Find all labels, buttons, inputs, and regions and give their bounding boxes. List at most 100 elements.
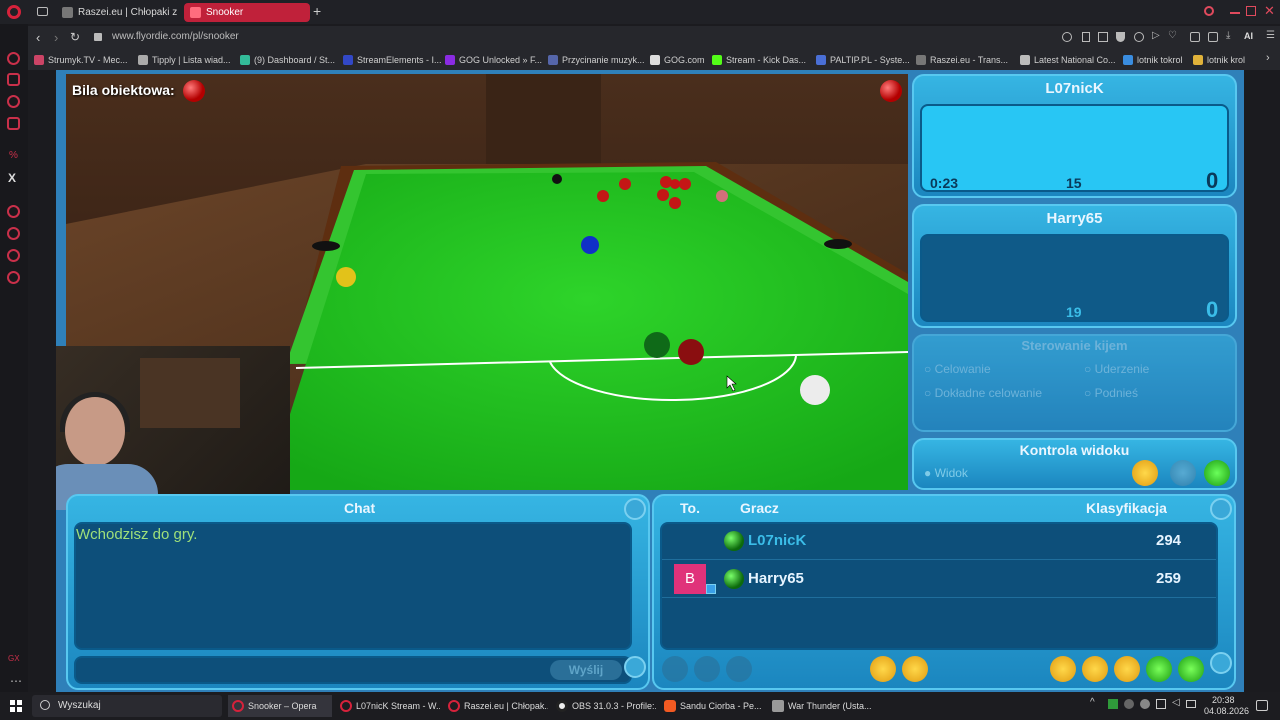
settings-icon[interactable] — [870, 656, 896, 682]
new-game-icon[interactable] — [1050, 656, 1076, 682]
bookmark-streamelements[interactable]: StreamElements - I... — [343, 53, 442, 67]
table-row[interactable]: B Harry65 259 — [662, 560, 1216, 598]
taskbar-item-opera[interactable]: Snooker – Opera — [228, 695, 332, 717]
taskbar-item-stream[interactable]: L07nicK Stream - W... — [336, 695, 440, 717]
download-icon[interactable]: ⤓ — [1226, 30, 1230, 41]
taskbar-item-obs[interactable]: OBS 31.0.3 - Profile:... — [552, 695, 656, 717]
extensions-icon[interactable] — [1190, 32, 1200, 42]
start-icon[interactable] — [10, 700, 22, 712]
players-expand-icon[interactable] — [1210, 652, 1232, 674]
dice-icon — [706, 584, 716, 594]
chat-expand-icon[interactable] — [624, 656, 646, 678]
tray-app-icon[interactable] — [1140, 699, 1150, 709]
ai-icon[interactable]: AI — [1244, 31, 1253, 41]
bookmark-lotnik-tokrol[interactable]: lotnik tokrol — [1123, 53, 1183, 67]
zoom-icon[interactable] — [1062, 32, 1072, 42]
tray-chevron-icon[interactable]: ^ — [1090, 697, 1095, 708]
shield-icon[interactable] — [1116, 32, 1125, 42]
taskbar-item-raszei[interactable]: Raszei.eu | Chłopak... — [444, 695, 548, 717]
network-icon[interactable] — [1156, 699, 1166, 709]
bookmark-paltip[interactable]: PALTIP.PL - Syste... — [816, 53, 910, 67]
sidebar-player-icon[interactable] — [7, 205, 20, 218]
clock-date[interactable]: 04.08.2026 — [1204, 706, 1249, 716]
opera-logo-icon[interactable] — [7, 5, 21, 19]
snapshot-icon[interactable] — [1098, 32, 1108, 42]
taskbar-search[interactable]: Wyszukaj — [32, 695, 222, 717]
vpn-icon[interactable] — [1134, 32, 1144, 42]
sidebar-x-icon[interactable]: X — [8, 171, 16, 185]
players-collapse-icon[interactable] — [1210, 498, 1232, 520]
play-icon[interactable]: ▷ — [1152, 30, 1160, 41]
tray-app-icon[interactable] — [1108, 699, 1118, 709]
sidebar-more-icon[interactable]: ⋯ — [10, 674, 22, 688]
chat-send-button[interactable]: Wyślij — [550, 660, 622, 680]
minimize-icon[interactable] — [1230, 12, 1240, 14]
target-icon[interactable] — [662, 656, 688, 682]
tab-overview-icon[interactable] — [37, 7, 48, 16]
bookmark-label: Raszei.eu - Trans... — [930, 55, 1009, 65]
sound-icon[interactable] — [902, 656, 928, 682]
taskbar-item-label: War Thunder (Usta... — [788, 701, 872, 711]
bookmark-strumyk[interactable]: Strumyk.TV - Mec... — [34, 53, 128, 67]
taskbar-item-brave[interactable]: Sandu Ciorba - Pe... — [660, 695, 764, 717]
sidebar-bag-icon[interactable] — [7, 73, 20, 86]
reset-view-icon[interactable] — [1204, 460, 1230, 486]
reload-icon[interactable]: ↻ — [70, 30, 80, 44]
sidebar-history-icon[interactable] — [7, 227, 20, 240]
sidebar-mail-icon[interactable] — [7, 117, 20, 130]
close-icon[interactable]: ✕ — [1264, 3, 1275, 19]
tab-raszei[interactable]: Raszei.eu | Chłopaki z Ras — [56, 3, 178, 22]
share-icon[interactable] — [1208, 32, 1218, 42]
back-icon[interactable]: ‹ — [36, 30, 40, 45]
bookmark-raszei[interactable]: Raszei.eu - Trans... — [916, 53, 1008, 67]
sidebar-gx-icon[interactable]: GX — [8, 654, 20, 663]
chat-input[interactable] — [74, 656, 632, 684]
bookmark-gog-unlocked[interactable]: GOG Unlocked » F... — [445, 53, 542, 67]
bookmark-tipply[interactable]: Tipply | Lista wiad... — [138, 53, 231, 67]
sidebar-settings-icon[interactable] — [7, 271, 20, 284]
chat-collapse-icon[interactable] — [624, 498, 646, 520]
menu-icon[interactable]: ☰ — [1266, 30, 1275, 41]
bookmark-gog[interactable]: GOG.com — [650, 53, 705, 67]
battery-icon[interactable] — [1186, 700, 1196, 708]
new-tab-icon[interactable]: + — [313, 4, 321, 18]
rotate-view-icon[interactable] — [1170, 460, 1196, 486]
clock-time[interactable]: 20:38 — [1212, 695, 1235, 705]
bookmark-przycinanie[interactable]: Przycinanie muzyk... — [548, 53, 645, 67]
tray-app-icon[interactable] — [1124, 699, 1134, 709]
view-option[interactable]: ● Widok — [924, 466, 968, 480]
info-icon[interactable] — [726, 656, 752, 682]
taskbar-item-warthunder[interactable]: War Thunder (Usta... — [768, 695, 872, 717]
bookmark-favicon-icon — [1193, 55, 1203, 65]
exit-icon[interactable] — [1178, 656, 1204, 682]
trophy-icon[interactable] — [1082, 656, 1108, 682]
forward-icon[interactable]: › — [54, 30, 58, 45]
sidebar-chat-icon[interactable] — [7, 95, 20, 108]
bookmark-national[interactable]: Latest National Co... — [1020, 53, 1116, 67]
tab-snooker[interactable]: Snooker — [184, 3, 310, 22]
obs-icon — [556, 700, 568, 712]
option-raise[interactable]: ○ Podnieś — [1084, 386, 1138, 400]
bookmark-lotnik-krol[interactable]: lotnik krol — [1193, 53, 1245, 67]
url-field[interactable]: www.flyordie.com/pl/snooker — [112, 31, 239, 42]
notifications-icon[interactable] — [1256, 700, 1268, 711]
maximize-icon[interactable] — [1246, 6, 1256, 16]
bookmark-kick[interactable]: Stream - Kick Das... — [712, 53, 806, 67]
option-aim[interactable]: ○ Celowanie — [924, 362, 991, 376]
pin-icon[interactable] — [1082, 32, 1090, 42]
volume-icon[interactable]: ◁ — [1172, 697, 1180, 708]
option-shoot[interactable]: ○ Uderzenie — [1084, 362, 1149, 376]
search-tabs-icon[interactable] — [1204, 6, 1214, 16]
table-row[interactable]: L07nicK 294 — [662, 524, 1216, 560]
bookmark-dashboard[interactable]: (9) Dashboard / St... — [240, 53, 335, 67]
chat-bubbles-icon[interactable] — [1114, 656, 1140, 682]
option-precise-aim[interactable]: ○ Dokładne celowanie — [924, 386, 1042, 400]
person-icon[interactable] — [694, 656, 720, 682]
heart-icon[interactable]: ♡ — [1168, 30, 1177, 41]
sidebar-messenger-icon[interactable] — [7, 52, 20, 65]
bookmarks-overflow-icon[interactable]: › — [1266, 52, 1270, 64]
help-icon[interactable] — [1146, 656, 1172, 682]
zoom-view-icon[interactable] — [1132, 460, 1158, 486]
sidebar-pinboard-icon[interactable] — [7, 249, 20, 262]
sidebar-percent-icon[interactable]: % — [9, 150, 18, 161]
